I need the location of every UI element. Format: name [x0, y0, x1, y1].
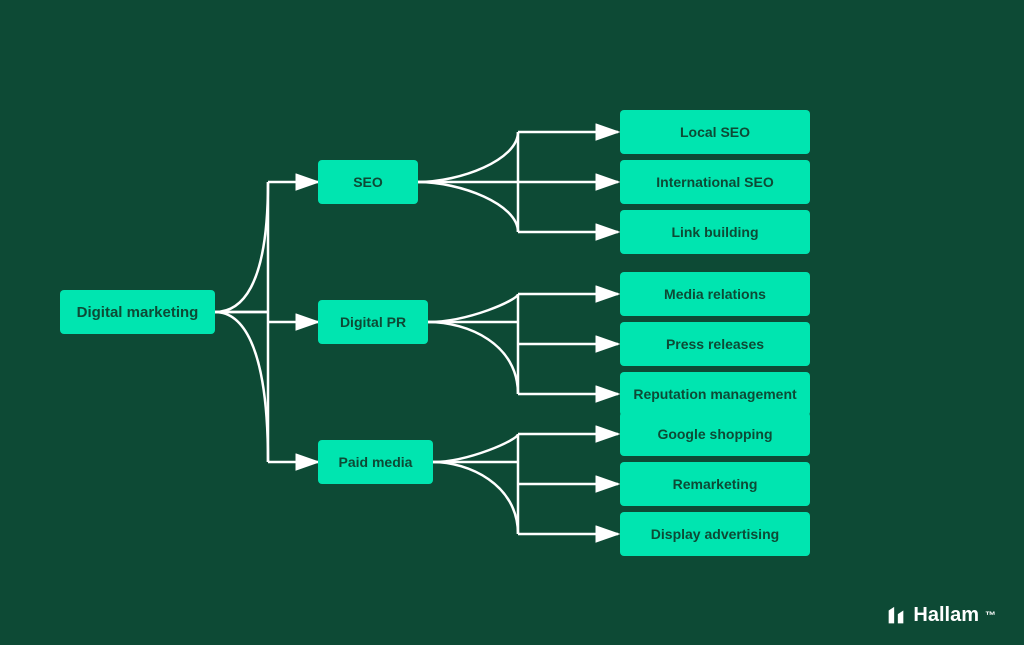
node-reputation-management: Reputation management	[620, 372, 810, 416]
hallam-text: Hallam	[913, 604, 979, 627]
node-media-relations: Media relations	[620, 272, 810, 316]
node-local-seo: Local SEO	[620, 110, 810, 154]
node-paid-media: Paid media	[318, 440, 433, 484]
node-google-shopping: Google shopping	[620, 412, 810, 456]
node-press-releases: Press releases	[620, 322, 810, 366]
node-seo: SEO	[318, 160, 418, 204]
diagram: Digital marketing SEO Digital PR Paid me…	[0, 0, 1024, 645]
hallam-logo: Hallam ™	[885, 604, 996, 627]
node-digital-pr: Digital PR	[318, 300, 428, 344]
hallam-icon	[885, 605, 907, 627]
hallam-tm: ™	[985, 610, 996, 622]
node-root: Digital marketing	[60, 290, 215, 334]
node-link-building: Link building	[620, 210, 810, 254]
node-remarketing: Remarketing	[620, 462, 810, 506]
node-display-advertising: Display advertising	[620, 512, 810, 556]
node-international-seo: International SEO	[620, 160, 810, 204]
